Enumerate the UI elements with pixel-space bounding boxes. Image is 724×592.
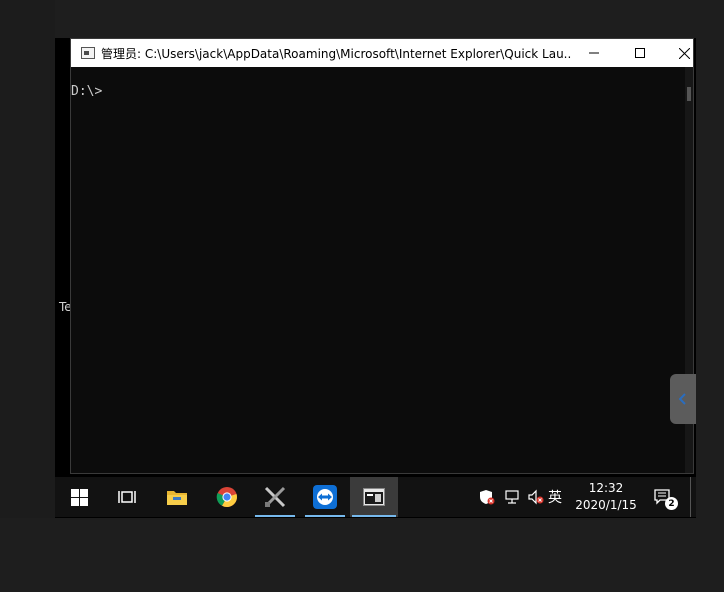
- clock-time: 12:32: [588, 481, 624, 495]
- volume-muted-icon: [528, 489, 544, 505]
- cmd-window: 管理员: C:\Users\jack\AppData\Roaming\Micro…: [70, 38, 694, 474]
- window-title: 管理员: C:\Users\jack\AppData\Roaming\Micro…: [101, 46, 571, 61]
- close-icon: [678, 47, 690, 59]
- side-panel-handle[interactable]: [670, 374, 696, 424]
- tools-button[interactable]: [253, 477, 297, 517]
- network-icon: [505, 490, 519, 504]
- network-tray-icon[interactable]: [500, 477, 524, 517]
- action-center-button[interactable]: 2: [647, 477, 679, 517]
- task-view-button[interactable]: [105, 477, 149, 517]
- security-tray-icon[interactable]: [475, 477, 499, 517]
- outer-background-bottom: [0, 518, 724, 592]
- clock-date: 2020/1/15: [575, 498, 637, 512]
- show-desktop-divider[interactable]: [690, 477, 691, 517]
- task-view-icon: [118, 491, 136, 503]
- input-method-indicator[interactable]: 英: [548, 487, 562, 507]
- console-output[interactable]: D:\>: [71, 67, 681, 473]
- cmd-button[interactable]: [350, 477, 398, 517]
- close-button[interactable]: [661, 39, 707, 67]
- minimize-button[interactable]: [571, 39, 617, 67]
- chrome-button[interactable]: [205, 477, 249, 517]
- chrome-icon: [216, 487, 237, 508]
- windows-logo-icon: [70, 488, 88, 506]
- chevron-left-icon: [679, 393, 686, 405]
- shield-warning-icon: [480, 490, 495, 505]
- window-titlebar[interactable]: 管理员: C:\Users\jack\AppData\Roaming\Micro…: [71, 39, 693, 67]
- teamviewer-icon: [313, 485, 337, 509]
- outer-background-left: [0, 0, 55, 592]
- folder-icon: [167, 491, 187, 505]
- clock[interactable]: 12:32 2020/1/15: [570, 480, 642, 514]
- cmd-icon: [363, 488, 385, 506]
- notification-count-badge: 2: [665, 497, 678, 510]
- maximize-button[interactable]: [617, 39, 663, 67]
- maximize-icon: [635, 48, 645, 58]
- file-explorer-button[interactable]: [155, 477, 199, 517]
- start-button[interactable]: [57, 477, 101, 517]
- taskbar: 英 12:32 2020/1/15 2: [55, 477, 696, 517]
- teamviewer-button[interactable]: [303, 477, 347, 517]
- console-prompt: D:\>: [71, 84, 103, 99]
- cmd-app-icon[interactable]: [81, 47, 95, 59]
- volume-tray-icon[interactable]: [524, 477, 548, 517]
- tools-icon: [264, 486, 286, 508]
- minimize-icon: [589, 52, 599, 54]
- scrollbar-thumb[interactable]: [687, 87, 691, 101]
